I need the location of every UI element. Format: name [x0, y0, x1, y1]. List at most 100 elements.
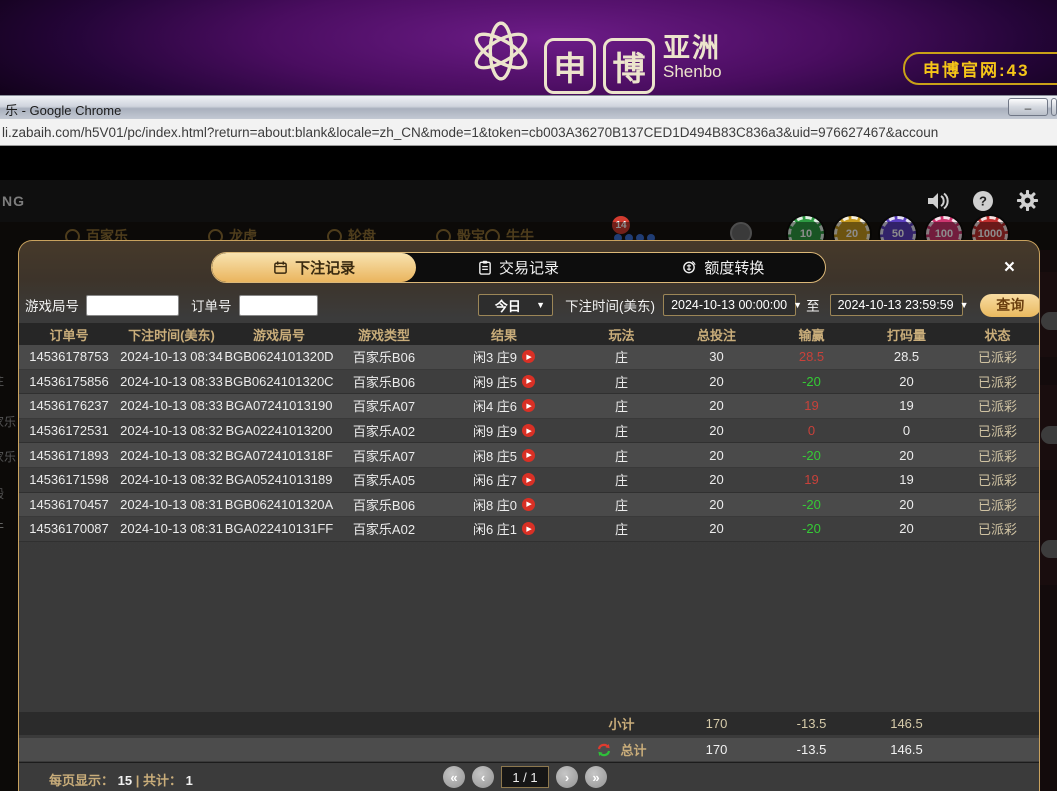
refresh-icon[interactable] [596, 742, 612, 758]
table-row: 14536170457 2024-10-13 08:31 BGB06241013… [19, 493, 1040, 518]
table-header-cell: 总投注 [669, 325, 764, 344]
cell-total-bet: 20 [669, 521, 764, 536]
browser-urlbar[interactable]: li.zabaih.com/h5V01/pc/index.html?return… [0, 119, 1057, 146]
bet-time-label: 下注时间(美东) [565, 295, 655, 315]
date-range-select[interactable]: 今日 ▼ [478, 294, 554, 316]
official-site-badge[interactable]: 申博官网:43 [903, 52, 1057, 85]
date-to-picker[interactable]: 2024-10-13 23:59:59 ▼ [830, 294, 963, 316]
minimize-button[interactable]: – [1008, 98, 1048, 116]
minimize-icon: – [1025, 101, 1032, 115]
page-indicator: 1 / 1 [501, 766, 549, 788]
date-from-picker[interactable]: 2024-10-13 00:00:00 ▼ [663, 294, 796, 316]
prev-page-button[interactable]: ‹ [472, 766, 494, 788]
window-title: 乐 - Google Chrome [5, 100, 121, 119]
logo-char-1: 申 [554, 42, 587, 90]
clipboard-icon [478, 260, 492, 275]
replay-play-icon[interactable]: ▶ [522, 473, 535, 486]
cell-order-number: 14536172531 [19, 423, 119, 438]
query-button-label: 查询 [996, 295, 1024, 315]
cell-turnover: 20 [859, 521, 954, 536]
flower-logo-icon [458, 10, 544, 92]
cell-bet-time: 2024-10-13 08:33 [119, 374, 224, 389]
cell-winloss: 0 [764, 423, 859, 438]
count-value: 1 [186, 773, 193, 788]
replay-play-icon[interactable]: ▶ [522, 399, 535, 412]
cell-winloss: -20 [764, 497, 859, 512]
help-icon[interactable]: ? [972, 190, 994, 212]
result-text: 闲3 庄9 [473, 347, 517, 366]
cell-status: 已派彩 [954, 495, 1040, 514]
table-row: 14536171893 2024-10-13 08:32 BGA07241013… [19, 443, 1040, 468]
cell-play-type: 庄 [574, 519, 669, 538]
query-button[interactable]: 查询 [980, 294, 1040, 317]
tab-label: 交易记录 [499, 257, 559, 278]
cell-total-bet: 20 [669, 374, 764, 389]
cell-bet-time: 2024-10-13 08:32 [119, 472, 224, 487]
result-text: 闲9 庄5 [473, 372, 517, 391]
screen: 申 博 亚洲 Shenbo 申博官网:43 乐 - Google Chrome … [0, 0, 1057, 791]
close-icon[interactable]: × [1004, 258, 1015, 277]
replay-play-icon[interactable]: ▶ [522, 375, 535, 388]
replay-play-icon[interactable]: ▶ [522, 424, 535, 437]
cell-winloss: 19 [764, 398, 859, 413]
cell-total-bet: 20 [669, 398, 764, 413]
total-winloss: -13.5 [764, 742, 859, 757]
next-page-button[interactable]: › [556, 766, 578, 788]
table-row: 14536172531 2024-10-13 08:32 BGA02241013… [19, 419, 1040, 444]
cell-game-round: BGB0624101320C [224, 374, 334, 389]
logo-char-box: 申 [544, 38, 596, 94]
cell-order-number: 14536171598 [19, 472, 119, 487]
subtotal-turnover: 146.5 [859, 716, 954, 731]
cell-order-number: 14536175856 [19, 374, 119, 389]
calendar-icon [273, 260, 288, 275]
last-page-button[interactable]: » [585, 766, 607, 788]
cell-turnover: 20 [859, 497, 954, 512]
cell-status: 已派彩 [954, 446, 1040, 465]
modal-tabbar: 下注记录 交易记录 额度转换 [211, 252, 826, 283]
logo-sub-text: Shenbo [663, 62, 722, 82]
replay-play-icon[interactable]: ▶ [522, 449, 535, 462]
cell-winloss: -20 [764, 448, 859, 463]
replay-play-icon[interactable]: ▶ [522, 522, 535, 535]
game-round-input[interactable] [86, 295, 179, 316]
browser-titlebar[interactable]: 乐 - Google Chrome – [0, 95, 1057, 119]
cell-total-bet: 20 [669, 423, 764, 438]
settings-gear-icon[interactable] [1016, 189, 1039, 212]
date-from-value: 2024-10-13 00:00:00 [671, 298, 787, 312]
table-row: 14536171598 2024-10-13 08:32 BGA05241013… [19, 468, 1040, 493]
first-page-button[interactable]: « [443, 766, 465, 788]
table-header: 订单号 下注时间(美东) 游戏局号 游戏类型 结果 玩法 总投注 输赢 打码量 … [19, 323, 1040, 345]
table-header-cell: 输赢 [764, 325, 859, 344]
tab-transaction-records[interactable]: 交易记录 [416, 253, 620, 282]
table-header-cell: 状态 [954, 325, 1040, 344]
total-turnover: 146.5 [859, 742, 954, 757]
modal-footer: 每页显示： 15 | 共计： 1 « ‹ 1 / 1 › » [19, 762, 1040, 791]
table-header-cell: 打码量 [859, 325, 954, 344]
replay-play-icon[interactable]: ▶ [522, 498, 535, 511]
tab-quota-transfer[interactable]: 额度转换 [621, 253, 825, 282]
cell-game-round: BGB0624101320D [224, 349, 334, 364]
cell-order-number: 14536178753 [19, 349, 119, 364]
cell-play-type: 庄 [574, 470, 669, 489]
sound-icon[interactable] [926, 190, 950, 212]
order-number-input[interactable] [239, 295, 318, 316]
page-size-label: 每页显示： [49, 773, 114, 788]
to-label: 至 [806, 295, 820, 315]
svg-text:?: ? [979, 193, 987, 208]
result-text: 闲6 庄1 [473, 519, 517, 538]
page-size-value: 15 [118, 773, 132, 788]
cell-result: 闲8 庄0 ▶ [434, 495, 574, 514]
total-label-wrap: 总计 [574, 740, 669, 759]
table-row: 14536176237 2024-10-13 08:33 BGA07241013… [19, 394, 1040, 419]
cell-game-type: 百家乐B06 [334, 372, 434, 391]
pagination: « ‹ 1 / 1 › » [443, 766, 607, 788]
chevron-down-icon: ▼ [536, 300, 545, 310]
date-to-value: 2024-10-13 23:59:59 [838, 298, 954, 312]
subtotal-winloss: -13.5 [764, 716, 859, 731]
total-label: 总计 [620, 740, 646, 759]
maximize-button[interactable] [1051, 98, 1057, 116]
tab-bet-records[interactable]: 下注记录 [212, 253, 416, 282]
cell-play-type: 庄 [574, 372, 669, 391]
replay-play-icon[interactable]: ▶ [522, 350, 535, 363]
table-row: 14536170087 2024-10-13 08:31 BGA02241013… [19, 517, 1040, 542]
